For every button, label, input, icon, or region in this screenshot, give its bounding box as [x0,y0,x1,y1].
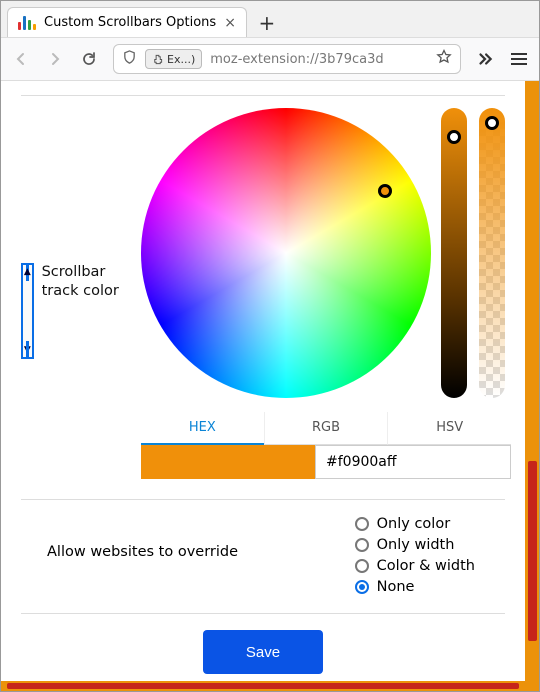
save-button[interactable]: Save [203,630,323,674]
custom-scrollbar-horizontal[interactable] [1,681,525,691]
hex-input[interactable] [315,445,511,479]
reload-button[interactable] [79,49,99,69]
url-bar[interactable]: Ex...) moz-extension://3b79ca3d [113,44,461,74]
bookmark-star-icon[interactable] [436,49,452,69]
back-button[interactable] [11,49,31,69]
hex-row [141,445,511,479]
radio-color-width[interactable]: Color & width [355,558,475,574]
color-wheel[interactable] [141,108,431,398]
scrollbar-thumb-vertical[interactable] [528,461,537,641]
brightness-slider[interactable] [441,108,467,398]
tab-title: Custom Scrollbars Options [44,15,216,30]
color-wheel-handle[interactable] [378,184,392,198]
tab-bar: Custom Scrollbars Options × + [1,1,539,37]
extension-badge[interactable]: Ex...) [145,49,202,69]
radio-only-color[interactable]: Only color [355,516,475,532]
page-content: ▲▼ Scrollbar track color HEX RGB HSV [1,81,525,681]
tab-hsv[interactable]: HSV [387,412,511,445]
new-tab-button[interactable]: + [253,9,281,37]
color-picker-section: ▲▼ Scrollbar track color [21,108,505,398]
tab-rgb[interactable]: RGB [264,412,388,445]
track-color-swatch[interactable]: ▲▼ [21,263,34,359]
override-radio-group: Only color Only width Color & width None [355,516,505,595]
forward-button[interactable] [45,49,65,69]
alpha-slider[interactable] [479,108,505,398]
page-viewport: ▲▼ Scrollbar track color HEX RGB HSV [1,81,539,691]
extension-icon [152,54,163,65]
override-label: Allow websites to override [47,516,238,560]
selected-color-swatch [141,445,315,479]
custom-scrollbar-vertical[interactable] [525,81,539,691]
scrollbar-thumb-horizontal[interactable] [7,683,519,689]
brightness-handle[interactable] [447,130,461,144]
nav-bar: Ex...) moz-extension://3b79ca3d [1,37,539,81]
track-color-label: Scrollbar track color [42,263,131,398]
close-tab-icon[interactable]: × [224,16,236,30]
favicon [18,16,36,30]
url-text: moz-extension://3b79ca3d [210,52,428,67]
overflow-button[interactable] [475,49,495,69]
radio-only-width[interactable]: Only width [355,537,475,553]
browser-tab[interactable]: Custom Scrollbars Options × [7,7,247,37]
footer: Save [21,613,505,674]
override-setting: Allow websites to override Only color On… [21,516,505,595]
color-mode-tabs: HEX RGB HSV [141,412,511,445]
browser-window: Custom Scrollbars Options × + Ex...) moz… [0,0,540,692]
hamburger-menu-button[interactable] [509,49,529,69]
alpha-handle[interactable] [485,116,499,130]
extension-badge-label: Ex...) [167,53,195,66]
radio-none[interactable]: None [355,579,475,595]
shield-icon[interactable] [122,50,137,69]
tab-hex[interactable]: HEX [141,412,264,445]
